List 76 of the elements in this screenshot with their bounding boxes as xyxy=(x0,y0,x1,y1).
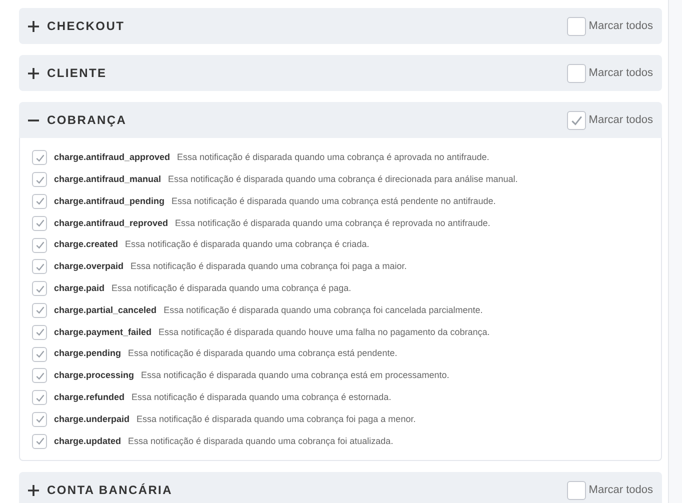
checkbox[interactable] xyxy=(32,368,47,384)
event-name: charge.overpaid xyxy=(54,260,124,274)
check-icon xyxy=(34,262,44,272)
event-name: charge.antifraud_reproved xyxy=(54,216,168,230)
check-icon xyxy=(34,392,44,403)
event-name: charge.created xyxy=(54,238,118,252)
check-icon xyxy=(34,436,44,446)
select-all-label: Marcar todos xyxy=(588,18,653,34)
checkbox[interactable] xyxy=(32,412,47,427)
checkbox[interactable] xyxy=(566,64,586,82)
event-description: Essa notificação é disparada quando uma cobrança é direcionada para análise manual. xyxy=(168,172,518,186)
checkbox[interactable] xyxy=(32,434,47,449)
checkbox[interactable] xyxy=(32,150,47,166)
section-header[interactable]: COBRANÇA Marcar todos xyxy=(19,102,662,138)
check-icon xyxy=(34,305,44,316)
plus-icon xyxy=(28,68,39,78)
check-icon xyxy=(34,196,44,206)
section-title: CONTA BANCÁRIA xyxy=(47,482,172,500)
checkbox[interactable] xyxy=(32,259,47,274)
event-description: Essa notificação é disparada quando uma cobrança é paga. xyxy=(112,282,352,295)
section-header[interactable]: CONTA BANCÁRIA Marcar todos xyxy=(19,472,662,503)
section-title: COBRANÇA xyxy=(47,112,127,129)
checkbox[interactable] xyxy=(32,238,47,253)
event-description: Essa notificação é disparada quando uma cobrança está pendente no antifraude. xyxy=(172,194,496,208)
event-description: Essa notificação é disparada quando uma cobrança foi cancelada parcialmente. xyxy=(164,304,483,317)
checkbox[interactable] xyxy=(32,390,47,406)
event-description: Essa notificação é disparada quando uma cobrança foi paga a maior. xyxy=(130,260,407,274)
event-name: charge.paid xyxy=(54,282,105,295)
checkbox[interactable] xyxy=(32,324,47,340)
section-header[interactable]: CHECKOUT Marcar todos xyxy=(19,8,662,44)
event-description: Essa notificação é disparada quando uma cobrança foi paga a menor. xyxy=(136,412,416,426)
event-description: Essa notificação é disparada quando uma cobrança é estornada. xyxy=(132,390,392,404)
checkbox[interactable] xyxy=(32,346,47,362)
checkbox[interactable] xyxy=(32,172,47,188)
check-icon xyxy=(34,414,44,424)
event-description: Essa notificação é disparada quando uma cobrança está pendente. xyxy=(128,347,398,360)
select-all-label: Marcar todos xyxy=(588,482,653,498)
plus-icon xyxy=(28,20,39,32)
checkbox[interactable] xyxy=(32,302,47,318)
section-title: CLIENTE xyxy=(47,65,107,82)
plus-icon xyxy=(28,484,39,496)
event-description: Essa notificação é disparada quando uma cobrança é aprovada no antifraude. xyxy=(177,151,490,164)
event-description: Essa notificação é disparada quando uma cobrança está em processamento. xyxy=(141,369,450,382)
event-name: charge.updated xyxy=(54,434,122,448)
checkbox[interactable] xyxy=(566,16,586,36)
check-icon xyxy=(34,284,44,294)
checkbox[interactable] xyxy=(566,480,586,500)
event-name: charge.pending xyxy=(54,347,122,360)
section-title: CHECKOUT xyxy=(47,18,125,35)
event-name: charge.antifraud_approved xyxy=(54,151,170,164)
check-icon xyxy=(34,349,44,360)
checkbox[interactable] xyxy=(566,110,586,130)
event-name: charge.processing xyxy=(54,369,134,382)
event-name: charge.underpaid xyxy=(54,412,130,426)
check-icon xyxy=(34,240,44,250)
event-description: Essa notificação é disparada quando uma cobrança foi atualizada. xyxy=(128,434,394,448)
check-icon xyxy=(570,114,583,126)
event-name: charge.payment_failed xyxy=(54,326,152,339)
check-icon xyxy=(34,218,44,228)
event-description: Essa notificação é disparada quando uma cobrança é reprovada no antifraude. xyxy=(175,216,490,230)
checkbox[interactable] xyxy=(32,281,47,296)
event-name: charge.refunded xyxy=(54,390,125,404)
event-description: Essa notificação é disparada quando uma cobrança é criada. xyxy=(125,238,370,252)
event-name: charge.antifraud_pending xyxy=(54,194,165,208)
select-all-label: Marcar todos xyxy=(588,66,653,81)
event-name: charge.antifraud_manual xyxy=(54,172,162,186)
check-icon xyxy=(34,152,44,163)
check-icon xyxy=(34,327,44,338)
check-icon xyxy=(34,370,44,381)
event-name: charge.partial_canceled xyxy=(54,304,157,317)
check-icon xyxy=(34,174,44,185)
select-all-label: Marcar todos xyxy=(588,112,653,128)
section-header[interactable]: CLIENTE Marcar todos xyxy=(19,55,662,91)
event-description: Essa notificação é disparada quando houve uma falha no pagamento da cobrança. xyxy=(158,326,490,339)
checkbox[interactable] xyxy=(32,216,47,231)
checkbox[interactable] xyxy=(32,194,47,209)
